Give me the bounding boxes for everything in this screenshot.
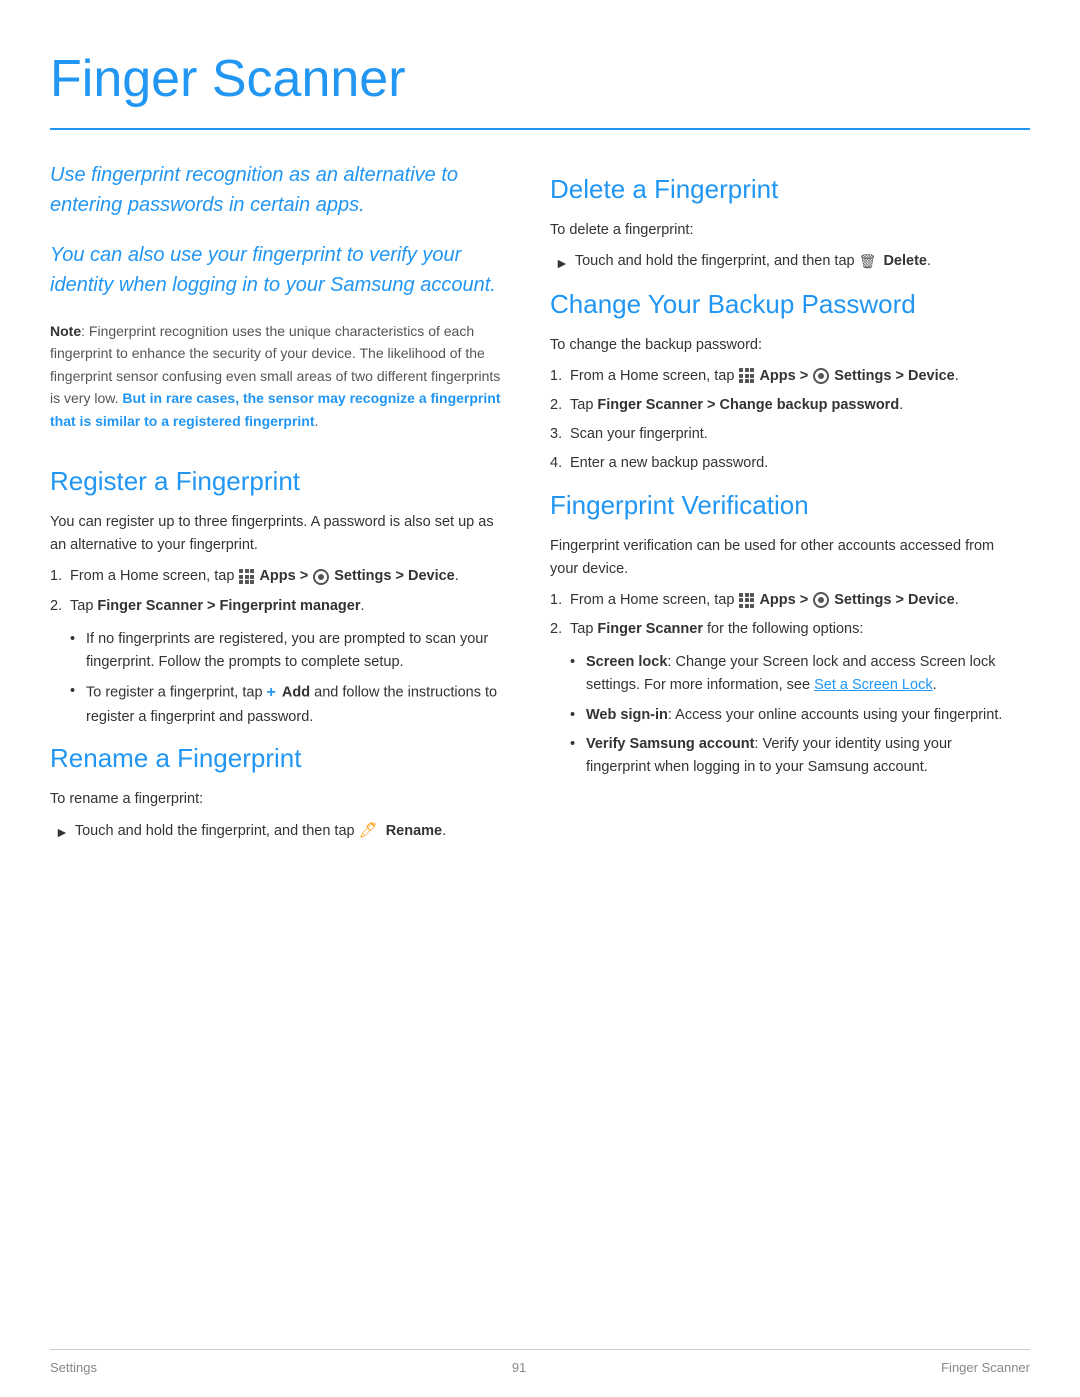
register-step-1: 1. From a Home screen, tap Apps > Settin… <box>50 565 510 588</box>
register-title: Register a Fingerprint <box>50 462 510 501</box>
change-backup-step-1: 1. From a Home screen, tap Apps > Settin… <box>550 365 1010 388</box>
rename-arrow-item: ► Touch and hold the fingerprint, and th… <box>50 819 510 843</box>
verification-bullet-verify-samsung: Verify Samsung account: Verify your iden… <box>570 733 1010 779</box>
register-bullet-2: To register a fingerprint, tap + Add and… <box>70 680 510 729</box>
verification-bullet-web-signin: Web sign-in: Access your online accounts… <box>570 704 1010 727</box>
footer: Settings 91 Finger Scanner <box>50 1349 1030 1378</box>
note-bold-blue: But in rare cases, the sensor may recogn… <box>50 390 500 428</box>
page-title: Finger Scanner <box>50 40 1030 130</box>
note-block: Note: Fingerprint recognition uses the u… <box>50 320 510 432</box>
change-backup-intro: To change the backup password: <box>550 334 1010 357</box>
note-label: Note <box>50 323 81 339</box>
intro-text-1: Use fingerprint recognition as an altern… <box>50 160 510 220</box>
delete-arrow-text: Touch and hold the fingerprint, and then… <box>575 250 931 273</box>
rename-icon: 🖊 <box>359 822 378 839</box>
change-backup-step-4: 4. Enter a new backup password. <box>550 452 1010 475</box>
footer-center: 91 <box>512 1358 526 1378</box>
screen-lock-link[interactable]: Set a Screen Lock <box>814 677 933 693</box>
arrow-icon-delete: ► <box>555 252 569 274</box>
rename-arrow-text: Touch and hold the fingerprint, and then… <box>75 819 446 843</box>
register-intro: You can register up to three fingerprint… <box>50 511 510 557</box>
right-column: Delete a Fingerprint To delete a fingerp… <box>550 160 1010 849</box>
verification-step-2: 2. Tap Finger Scanner for the following … <box>550 618 1010 641</box>
change-backup-steps: 1. From a Home screen, tap Apps > Settin… <box>550 365 1010 476</box>
verification-steps: 1. From a Home screen, tap Apps > Settin… <box>550 589 1010 641</box>
verification-step-1: 1. From a Home screen, tap Apps > Settin… <box>550 589 1010 612</box>
delete-arrow-item: ► Touch and hold the fingerprint, and th… <box>550 250 1010 274</box>
change-backup-title: Change Your Backup Password <box>550 285 1010 324</box>
settings-icon-3 <box>813 592 829 608</box>
settings-icon-2 <box>813 368 829 384</box>
verification-bullet-screen-lock: Screen lock: Change your Screen lock and… <box>570 651 1010 697</box>
change-backup-step-3: 3. Scan your fingerprint. <box>550 423 1010 446</box>
arrow-icon-rename: ► <box>55 821 69 843</box>
rename-title: Rename a Fingerprint <box>50 739 510 778</box>
verification-intro: Fingerprint verification can be used for… <box>550 535 1010 581</box>
apps-icon-2 <box>739 368 754 383</box>
verification-title: Fingerprint Verification <box>550 486 1010 525</box>
change-backup-step-2: 2. Tap Finger Scanner > Change backup pa… <box>550 394 1010 417</box>
delete-icon: 🗑 <box>859 250 877 272</box>
delete-intro: To delete a fingerprint: <box>550 219 1010 242</box>
verification-bullets: Screen lock: Change your Screen lock and… <box>550 651 1010 779</box>
register-step-2: 2. Tap Finger Scanner > Fingerprint mana… <box>50 595 510 618</box>
rename-intro: To rename a fingerprint: <box>50 788 510 811</box>
intro-text-2: You can also use your fingerprint to ver… <box>50 240 510 300</box>
footer-right: Finger Scanner <box>941 1358 1030 1378</box>
delete-title: Delete a Fingerprint <box>550 170 1010 209</box>
note-end: . <box>315 413 319 429</box>
footer-left: Settings <box>50 1358 97 1378</box>
register-bullets: If no fingerprints are registered, you a… <box>50 628 510 729</box>
settings-icon-1 <box>313 569 329 585</box>
left-column: Use fingerprint recognition as an altern… <box>50 160 510 849</box>
apps-icon-3 <box>739 593 754 608</box>
register-steps: 1. From a Home screen, tap Apps > Settin… <box>50 565 510 617</box>
apps-icon-1 <box>239 569 254 584</box>
plus-icon: + <box>267 680 276 706</box>
register-bullet-1: If no fingerprints are registered, you a… <box>70 628 510 674</box>
